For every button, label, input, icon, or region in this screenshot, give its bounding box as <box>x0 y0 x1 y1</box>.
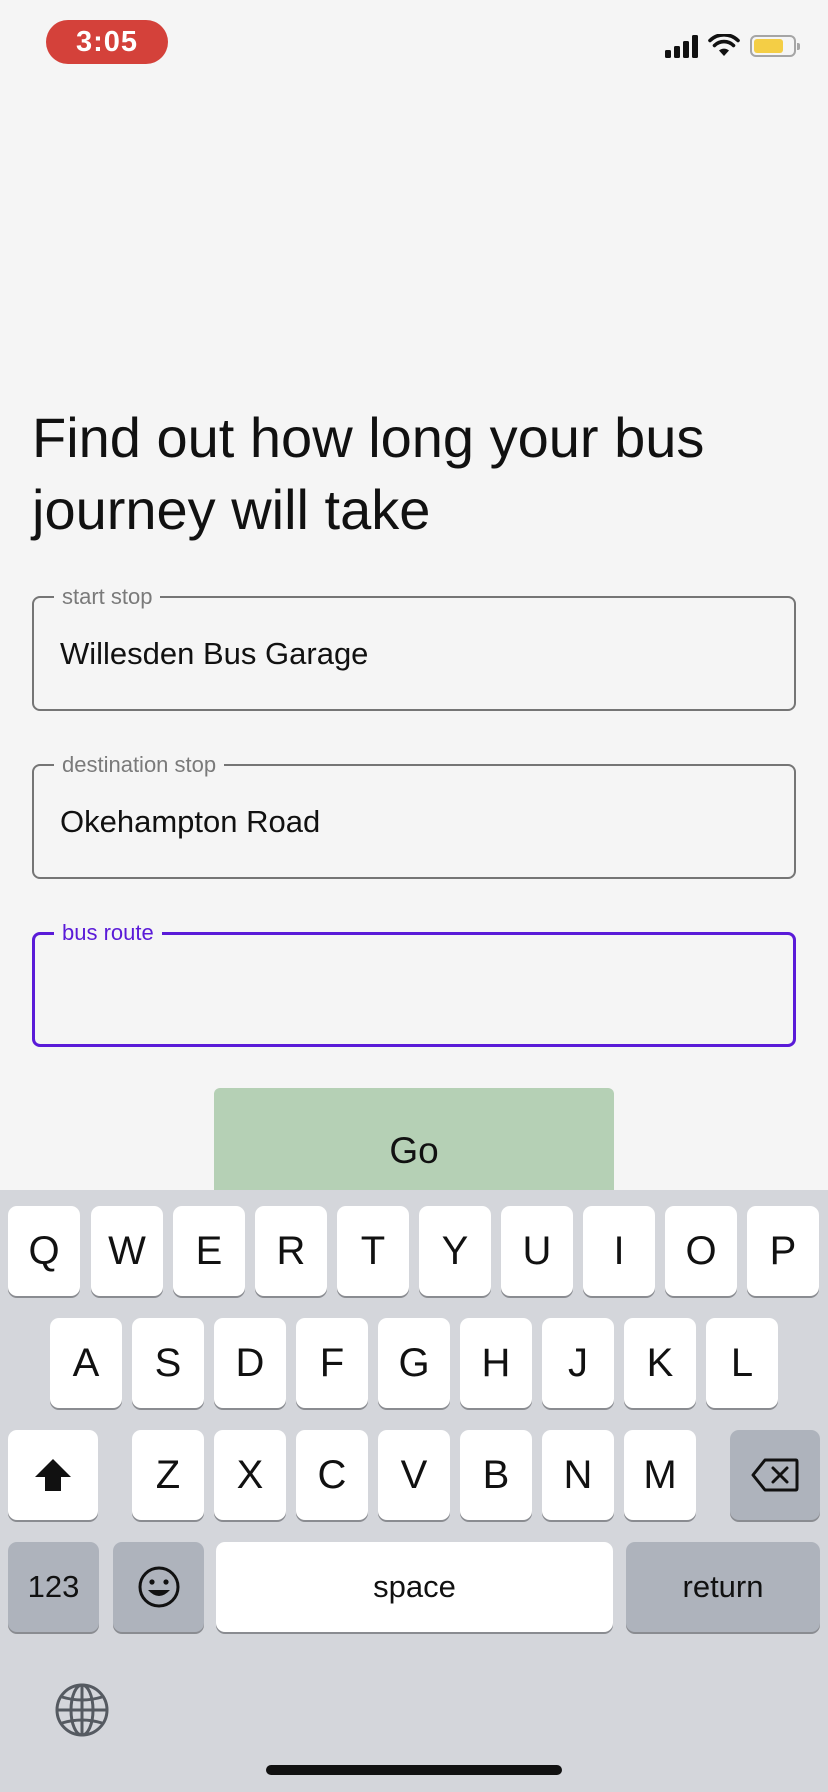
key-w[interactable]: W <box>91 1206 163 1296</box>
key-n[interactable]: N <box>542 1430 614 1520</box>
key-j[interactable]: J <box>542 1318 614 1408</box>
key-h[interactable]: H <box>460 1318 532 1408</box>
key-d[interactable]: D <box>214 1318 286 1408</box>
page-title: Find out how long your bus journey will … <box>32 406 705 541</box>
key-e[interactable]: E <box>173 1206 245 1296</box>
key-a[interactable]: A <box>50 1318 122 1408</box>
cellular-signal-icon <box>665 34 698 58</box>
key-y[interactable]: Y <box>419 1206 491 1296</box>
key-m[interactable]: M <box>624 1430 696 1520</box>
key-s[interactable]: S <box>132 1318 204 1408</box>
emoji-key[interactable] <box>113 1542 204 1632</box>
emoji-icon <box>138 1566 179 1608</box>
key-g[interactable]: G <box>378 1318 450 1408</box>
wifi-icon <box>708 34 740 56</box>
key-u[interactable]: U <box>501 1206 573 1296</box>
status-icons <box>665 34 800 58</box>
start-stop-value[interactable]: Willesden Bus Garage <box>60 598 368 709</box>
key-c[interactable]: C <box>296 1430 368 1520</box>
start-stop-field[interactable]: start stop Willesden Bus Garage <box>32 584 796 711</box>
key-v[interactable]: V <box>378 1430 450 1520</box>
globe-icon[interactable] <box>54 1682 110 1738</box>
key-x[interactable]: X <box>214 1430 286 1520</box>
battery-icon <box>750 35 800 57</box>
home-indicator[interactable] <box>266 1765 562 1775</box>
shift-key[interactable] <box>8 1430 98 1520</box>
key-i[interactable]: I <box>583 1206 655 1296</box>
destination-stop-value[interactable]: Okehampton Road <box>60 766 320 877</box>
battery-fill <box>754 39 783 53</box>
space-key[interactable]: space <box>216 1542 613 1632</box>
key-b[interactable]: B <box>460 1430 532 1520</box>
key-f[interactable]: F <box>296 1318 368 1408</box>
key-r[interactable]: R <box>255 1206 327 1296</box>
backspace-key[interactable] <box>730 1430 820 1520</box>
key-t[interactable]: T <box>337 1206 409 1296</box>
key-p[interactable]: P <box>747 1206 819 1296</box>
destination-stop-field[interactable]: destination stop Okehampton Road <box>32 752 796 879</box>
status-time: 3:05 <box>46 20 168 64</box>
key-q[interactable]: Q <box>8 1206 80 1296</box>
numbers-key[interactable]: 123 <box>8 1542 99 1632</box>
key-k[interactable]: K <box>624 1318 696 1408</box>
shift-icon <box>35 1459 71 1491</box>
bus-route-field[interactable]: bus route <box>32 920 796 1047</box>
bus-route-label: bus route <box>54 920 162 946</box>
key-z[interactable]: Z <box>132 1430 204 1520</box>
key-o[interactable]: O <box>665 1206 737 1296</box>
return-key[interactable]: return <box>626 1542 820 1632</box>
backspace-icon <box>751 1458 799 1492</box>
key-l[interactable]: L <box>706 1318 778 1408</box>
